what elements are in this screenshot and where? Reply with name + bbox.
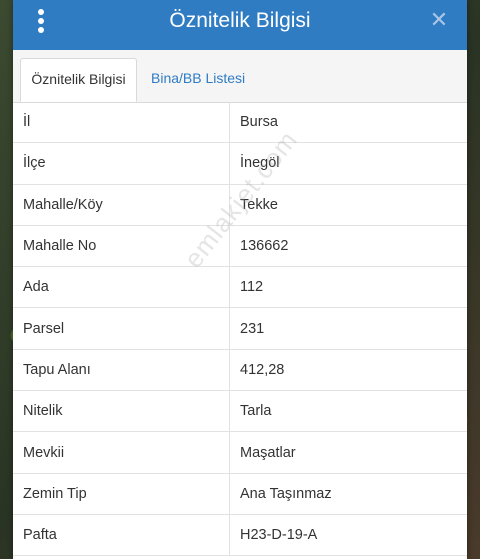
row-key: Mahalle No [23,238,97,255]
attribute-dialog: Öznitelik Bilgisi ✕ Öznitelik Bilgisi Bi… [13,0,467,559]
row-value: Bursa [240,114,278,131]
row-key: Parsel [23,320,65,337]
tab-attribute-info[interactable]: Öznitelik Bilgisi [20,58,137,102]
table-row: İlçe İnegöl [13,143,467,185]
row-key: İlçe [23,155,46,172]
row-key: Nitelik [23,403,63,420]
row-value: 112 [240,279,264,296]
table-row: Pafta H23-D-19-A [13,514,467,557]
table-row: Zemin Tip Ana Taşınmaz [13,473,467,515]
table-row: Tapu Alanı 412,28 [13,349,467,392]
dialog-title: Öznitelik Bilgisi [169,9,311,32]
row-value: 136662 [240,238,289,255]
table-row: Parsel 231 [13,308,467,350]
tab-building-list[interactable]: Bina/BB Listesi [141,58,255,102]
row-value: H23-D-19-A [240,527,318,544]
row-value: Tekke [240,196,278,213]
table-row: Nitelik Tarla [13,391,467,433]
table-row: Ada 112 [13,267,467,309]
dialog-header: Öznitelik Bilgisi ✕ [13,0,467,50]
attribute-table: İl Bursa İlçe İnegöl Mahalle/Köy Tekke M… [13,102,467,557]
tab-bar: Öznitelik Bilgisi Bina/BB Listesi [13,50,467,103]
row-value: İnegöl [240,155,280,172]
row-key: Zemin Tip [23,485,87,502]
row-key: Mahalle/Köy [23,196,103,213]
row-value: 412,28 [240,361,285,378]
row-key: Mevkii [23,444,65,461]
row-key: Tapu Alanı [23,361,91,378]
row-key: Ada [23,279,49,296]
row-key: İl [23,114,31,131]
table-row: Mahalle/Köy Tekke [13,184,467,226]
table-row: Mahalle No 136662 [13,225,467,268]
table-row: İl Bursa [13,102,467,144]
row-key: Pafta [23,527,57,544]
row-value: 231 [240,320,265,337]
row-value: Tarla [240,403,272,420]
row-value: Ana Taşınmaz [240,485,332,502]
close-icon[interactable]: ✕ [427,8,451,32]
table-row: Mevkii Maşatlar [13,432,467,474]
row-value: Maşatlar [240,444,296,461]
